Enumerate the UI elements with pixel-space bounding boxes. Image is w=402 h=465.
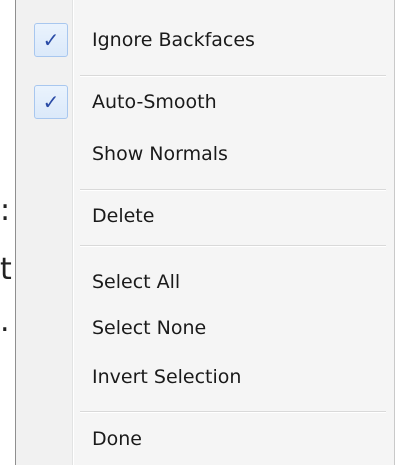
menu-item-ignore-backfaces[interactable]: ✓ Ignore Backfaces <box>16 14 394 66</box>
menu-item-select-none[interactable]: Select None <box>16 302 394 354</box>
checkmark-icon: ✓ <box>34 23 68 57</box>
menu-item-auto-smooth[interactable]: ✓ Auto-Smooth <box>16 76 394 128</box>
menu-item-label: Auto-Smooth <box>92 91 217 113</box>
background-text-fragment: t <box>0 252 12 287</box>
menu-item-select-all[interactable]: Select All <box>16 256 394 308</box>
menu-item-label: Delete <box>92 205 155 227</box>
menu-item-delete[interactable]: Delete <box>16 190 394 242</box>
menu-item-done[interactable]: Done <box>16 413 394 465</box>
menu-item-label: Done <box>92 428 142 450</box>
menu-item-label: Invert Selection <box>92 366 242 388</box>
background-text-fragment: . <box>0 304 10 339</box>
context-menu: ✓ Ignore Backfaces ✓ Auto-Smooth Show No… <box>15 0 395 465</box>
menu-separator <box>80 245 386 247</box>
menu-item-label: Show Normals <box>92 143 228 165</box>
checkmark-icon: ✓ <box>34 85 68 119</box>
menu-item-label: Select None <box>92 317 207 339</box>
menu-item-invert-selection[interactable]: Invert Selection <box>16 351 394 403</box>
menu-item-label: Select All <box>92 271 181 293</box>
menu-item-label: Ignore Backfaces <box>92 29 255 51</box>
menu-item-show-normals[interactable]: Show Normals <box>16 128 394 180</box>
background-text-fragment: : <box>0 193 11 228</box>
